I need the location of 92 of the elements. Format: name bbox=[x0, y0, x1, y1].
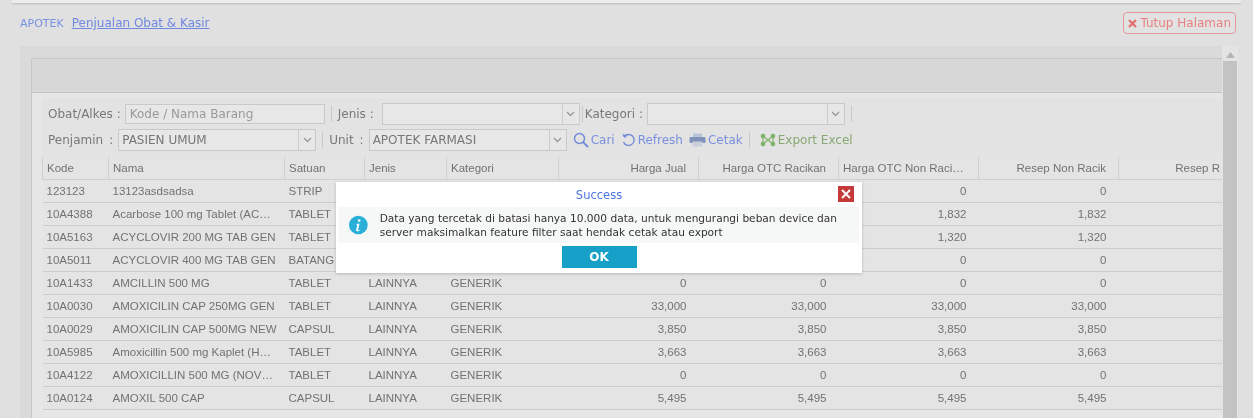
table-cell: 3,663 bbox=[978, 340, 1119, 364]
toolbar-button[interactable]: Cari bbox=[572, 132, 615, 148]
column-header[interactable]: Kode bbox=[42, 157, 109, 180]
dropdown-field[interactable] bbox=[646, 103, 845, 125]
table-cell: 10A0029 bbox=[42, 317, 109, 341]
close-icon bbox=[1128, 18, 1138, 28]
column-header[interactable]: Nama bbox=[108, 157, 285, 180]
table-cell: 3,850 bbox=[978, 317, 1119, 341]
filter-separator: : bbox=[109, 132, 114, 148]
table-cell: GENERIK bbox=[446, 317, 559, 341]
filter-label: Jenis : bbox=[337, 106, 375, 122]
filter-label: Kategori : bbox=[584, 106, 643, 122]
table-cell: ACYCLOVIR 200 MG TAB GEN bbox=[108, 225, 285, 249]
filter-separator: : bbox=[359, 132, 364, 148]
table-cell: Acarbose 100 mg Tablet (AC… bbox=[108, 202, 285, 226]
table-cell: 10A1433 bbox=[42, 271, 109, 295]
table-cell: 10A5985 bbox=[42, 340, 109, 364]
table-cell: 10A4388 bbox=[42, 202, 109, 226]
close-icon bbox=[841, 189, 851, 199]
table-cell: AMOXIL 500 CAP bbox=[108, 386, 285, 410]
table-cell: 10A5163 bbox=[42, 225, 109, 249]
table-cell: 0 bbox=[838, 271, 979, 295]
table-cell: 1,832 bbox=[978, 202, 1119, 226]
filter-label: Penjamin bbox=[48, 132, 104, 148]
scroll-up-arrow-icon[interactable] bbox=[1225, 52, 1235, 58]
table-cell: 10A5011 bbox=[42, 248, 109, 272]
table-cell: GENERIK bbox=[446, 294, 559, 318]
filter-label: Obat/Alkes : bbox=[48, 106, 121, 122]
column-header[interactable]: Harga OTC Racikan bbox=[698, 157, 839, 180]
breadcrumb-module[interactable]: APOTEK bbox=[20, 16, 64, 30]
toolbar-button[interactable]: Refresh bbox=[620, 133, 683, 147]
table-cell: 0 bbox=[558, 363, 699, 387]
table-cell: 0 bbox=[978, 248, 1119, 272]
close-page-button[interactable]: Tutup Halaman bbox=[1123, 12, 1236, 34]
table-cell: 33,000 bbox=[698, 294, 839, 318]
table-cell: ACYCLOVIR 400 MG TAB GEN bbox=[108, 248, 285, 272]
table-cell: 0 bbox=[978, 179, 1119, 203]
column-header[interactable]: Kategori bbox=[446, 157, 559, 180]
dropdown-field[interactable]: APOTEK FARMASI bbox=[368, 129, 567, 151]
column-header[interactable]: Jenis bbox=[364, 157, 447, 180]
table-cell: 3,663 bbox=[838, 340, 979, 364]
table-cell: 1,320 bbox=[978, 225, 1119, 249]
network-icon bbox=[759, 133, 776, 147]
table-cell: GENERIK bbox=[446, 363, 559, 387]
table-cell: 5,495 bbox=[698, 386, 839, 410]
printer-icon bbox=[689, 133, 706, 147]
dialog-message: Data yang tercetak di batasi hanya 10.000 data, untuk mengurangi beban device dan server maksimalkan feature filter saat hendak cetak atau export bbox=[379, 211, 839, 239]
scrollbar-thumb[interactable] bbox=[1223, 61, 1237, 418]
table-cell: 5,495 bbox=[838, 386, 979, 410]
table-cell: 5,495 bbox=[978, 386, 1119, 410]
table-cell: 33,000 bbox=[558, 294, 699, 318]
table-cell: GENERIK bbox=[446, 340, 559, 364]
column-header[interactable]: Resep Non Racik bbox=[978, 157, 1119, 180]
table-cell: 10A0030 bbox=[42, 294, 109, 318]
table-cell: 3,850 bbox=[838, 317, 979, 341]
table-cell: 5,495 bbox=[558, 386, 699, 410]
table-cell: 13123asdsadsa bbox=[108, 179, 285, 203]
table-cell: AMCILLIN 500 MG bbox=[108, 271, 285, 295]
dialog-close-button[interactable] bbox=[838, 186, 854, 202]
table-cell: 3,663 bbox=[698, 340, 839, 364]
ok-button[interactable]: OK bbox=[561, 246, 637, 268]
column-header[interactable]: Satuan bbox=[284, 157, 365, 180]
table-cell: 3,850 bbox=[698, 317, 839, 341]
table-cell: 3,663 bbox=[558, 340, 699, 364]
column-header[interactable]: Harga Jual bbox=[558, 157, 699, 180]
table-cell: GENERIK bbox=[446, 386, 559, 410]
table-cell: 0 bbox=[838, 363, 979, 387]
table-cell: 3,850 bbox=[558, 317, 699, 341]
refresh-icon bbox=[620, 133, 636, 147]
search-field[interactable]: Kode / Nama Barang bbox=[124, 104, 325, 124]
table-cell: 10A4122 bbox=[42, 363, 109, 387]
toolbar-button[interactable]: Export Excel bbox=[759, 133, 853, 147]
breadcrumb-link[interactable]: Penjualan Obat & Kasir bbox=[71, 16, 210, 30]
table-cell: 33,000 bbox=[978, 294, 1119, 318]
dropdown-field[interactable]: PASIEN UMUM bbox=[118, 129, 317, 151]
column-header[interactable]: Harga OTC Non Raci… bbox=[838, 157, 979, 180]
table-cell: 33,000 bbox=[838, 294, 979, 318]
toolbar-button[interactable]: Cetak bbox=[689, 133, 743, 147]
search-icon bbox=[572, 132, 589, 148]
dialog-title: Success bbox=[575, 187, 623, 202]
table-cell: 123123 bbox=[42, 179, 109, 203]
table-cell: 0 bbox=[698, 363, 839, 387]
table-cell: 0 bbox=[978, 271, 1119, 295]
table-cell: Amoxicillin 500 mg Kaplet (H… bbox=[108, 340, 285, 364]
table-cell: AMOXICILLIN 500 MG (NOV… bbox=[108, 363, 285, 387]
filter-label: Unit bbox=[329, 132, 354, 148]
table-cell: AMOXICILIN CAP 250MG GEN bbox=[108, 294, 285, 318]
dropdown-field[interactable] bbox=[381, 103, 580, 125]
column-header[interactable]: Resep R bbox=[1118, 157, 1222, 180]
table-cell: 0 bbox=[978, 363, 1119, 387]
table-cell: 10A0124 bbox=[42, 386, 109, 410]
table-cell: AMOXICILIN CAP 500MG NEW bbox=[108, 317, 285, 341]
